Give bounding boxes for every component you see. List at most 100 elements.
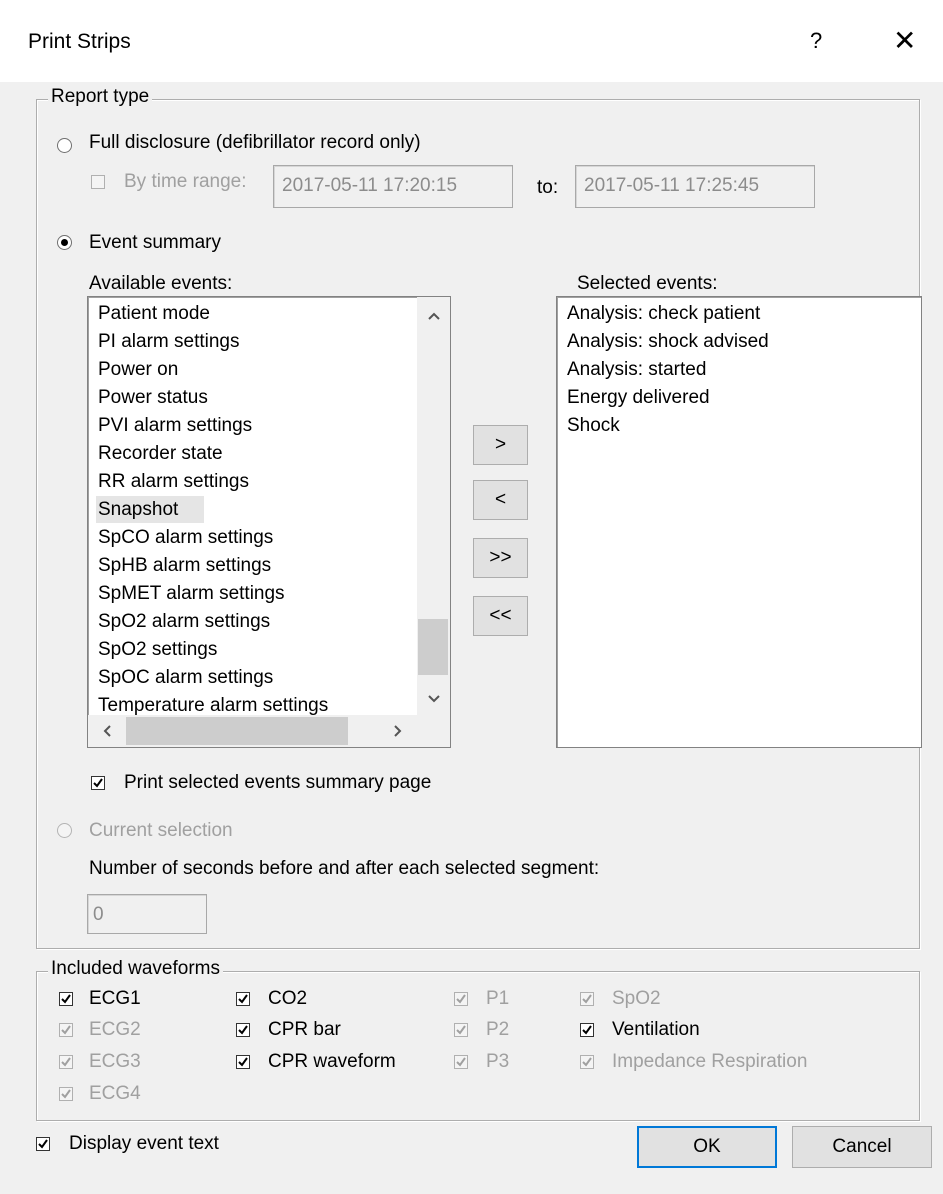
remove-all-events-button[interactable]: << xyxy=(473,596,528,636)
list-item[interactable]: Patient mode xyxy=(98,303,210,325)
vertical-scroll-thumb[interactable] xyxy=(418,619,448,675)
report-type-legend: Report type xyxy=(48,86,153,108)
list-item[interactable]: Temperature alarm settings xyxy=(98,695,328,715)
check-icon xyxy=(456,994,466,1004)
list-item[interactable]: SpHB alarm settings xyxy=(98,555,271,577)
list-item[interactable]: SpMET alarm settings xyxy=(98,583,285,605)
help-icon[interactable]: ? xyxy=(810,28,822,54)
list-item[interactable]: PVI alarm settings xyxy=(98,415,252,437)
print-summary-label[interactable]: Print selected events summary page xyxy=(124,772,431,794)
scroll-down-icon[interactable] xyxy=(427,694,441,704)
list-item[interactable]: SpCO alarm settings xyxy=(98,527,273,549)
available-events-label: Available events: xyxy=(89,273,233,294)
current-selection-radio[interactable] xyxy=(57,823,72,838)
check-icon xyxy=(38,1139,48,1149)
cancel-button[interactable]: Cancel xyxy=(792,1126,932,1168)
scrollbar-corner xyxy=(417,715,450,747)
ecg2-label[interactable]: ECG2 xyxy=(89,1019,141,1041)
p1-label[interactable]: P1 xyxy=(486,988,509,1010)
list-item[interactable]: PI alarm settings xyxy=(98,331,240,353)
add-event-button[interactable]: > xyxy=(473,425,528,465)
list-item[interactable]: Power on xyxy=(98,359,178,381)
ecg4-checkbox[interactable] xyxy=(59,1087,73,1101)
horizontal-scrollbar[interactable] xyxy=(88,715,417,747)
list-item[interactable]: Shock xyxy=(567,415,620,437)
list-item[interactable]: Analysis: shock advised xyxy=(567,331,769,353)
scroll-left-icon[interactable] xyxy=(102,724,112,738)
time-range-to-field[interactable]: 2017-05-11 17:25:45 xyxy=(575,165,815,208)
cpr-waveform-label[interactable]: CPR waveform xyxy=(268,1051,396,1073)
check-icon xyxy=(61,1089,71,1099)
check-icon xyxy=(238,994,248,1004)
dialog-title: Print Strips xyxy=(28,30,131,53)
seconds-label: Number of seconds before and after each … xyxy=(89,858,600,879)
list-item[interactable]: Analysis: started xyxy=(567,359,706,381)
available-events-list[interactable]: Patient mode PI alarm settings Power on … xyxy=(87,296,451,748)
spo2-label[interactable]: SpO2 xyxy=(612,988,661,1010)
close-icon[interactable]: ✕ xyxy=(893,24,916,57)
spo2-checkbox[interactable] xyxy=(580,992,594,1006)
list-item[interactable]: SpOC alarm settings xyxy=(98,667,273,689)
ecg3-checkbox[interactable] xyxy=(59,1055,73,1069)
co2-checkbox[interactable] xyxy=(236,992,250,1006)
time-range-to-label: to: xyxy=(537,177,559,198)
ecg1-label[interactable]: ECG1 xyxy=(89,988,141,1010)
p3-checkbox[interactable] xyxy=(454,1055,468,1069)
seconds-input[interactable]: 0 xyxy=(87,894,207,934)
list-item[interactable]: SpO2 alarm settings xyxy=(98,611,270,633)
remove-event-button[interactable]: < xyxy=(473,480,528,520)
add-all-events-button[interactable]: >> xyxy=(473,538,528,578)
print-summary-checkbox[interactable] xyxy=(91,776,105,790)
scroll-right-icon[interactable] xyxy=(393,724,403,738)
display-event-text-checkbox[interactable] xyxy=(36,1137,50,1151)
scroll-up-icon[interactable] xyxy=(427,311,441,321)
check-icon xyxy=(582,1025,592,1035)
included-waveforms-legend: Included waveforms xyxy=(48,958,223,980)
impedance-respiration-checkbox[interactable] xyxy=(580,1055,594,1069)
time-range-from-field[interactable]: 2017-05-11 17:20:15 xyxy=(273,165,513,208)
title-bar xyxy=(0,0,943,82)
list-item[interactable]: Snapshot xyxy=(98,499,178,521)
cpr-bar-label[interactable]: CPR bar xyxy=(268,1019,341,1041)
check-icon xyxy=(456,1057,466,1067)
list-item[interactable]: Energy delivered xyxy=(567,387,710,409)
cpr-bar-checkbox[interactable] xyxy=(236,1023,250,1037)
p3-label[interactable]: P3 xyxy=(486,1051,509,1073)
cpr-waveform-checkbox[interactable] xyxy=(236,1055,250,1069)
current-selection-label[interactable]: Current selection xyxy=(89,820,233,842)
check-icon xyxy=(582,994,592,1004)
by-time-range-checkbox[interactable] xyxy=(91,175,105,189)
event-summary-radio[interactable] xyxy=(57,235,72,250)
list-item[interactable]: Recorder state xyxy=(98,443,223,465)
ventilation-label[interactable]: Ventilation xyxy=(612,1019,700,1041)
full-disclosure-label[interactable]: Full disclosure (defibrillator record on… xyxy=(89,132,421,154)
check-icon xyxy=(238,1057,248,1067)
event-summary-label[interactable]: Event summary xyxy=(89,232,221,254)
full-disclosure-radio[interactable] xyxy=(57,138,72,153)
list-item[interactable]: Analysis: check patient xyxy=(567,303,760,325)
vertical-scrollbar[interactable] xyxy=(417,297,450,715)
ecg3-label[interactable]: ECG3 xyxy=(89,1051,141,1073)
ecg2-checkbox[interactable] xyxy=(59,1023,73,1037)
ecg4-label[interactable]: ECG4 xyxy=(89,1083,141,1105)
p2-checkbox[interactable] xyxy=(454,1023,468,1037)
display-event-text-label[interactable]: Display event text xyxy=(69,1133,219,1155)
selected-events-label: Selected events: xyxy=(577,273,718,294)
list-item[interactable]: SpO2 settings xyxy=(98,639,217,661)
p1-checkbox[interactable] xyxy=(454,992,468,1006)
ok-button[interactable]: OK xyxy=(637,1126,777,1168)
ecg1-checkbox[interactable] xyxy=(59,992,73,1006)
list-item[interactable]: RR alarm settings xyxy=(98,471,249,493)
check-icon xyxy=(582,1057,592,1067)
impedance-respiration-label[interactable]: Impedance Respiration xyxy=(612,1051,807,1073)
co2-label[interactable]: CO2 xyxy=(268,988,307,1010)
check-icon xyxy=(93,778,103,788)
selected-events-list[interactable]: Analysis: check patient Analysis: shock … xyxy=(556,296,922,748)
included-waveforms-group xyxy=(36,971,920,1121)
by-time-range-label[interactable]: By time range: xyxy=(124,171,247,193)
ventilation-checkbox[interactable] xyxy=(580,1023,594,1037)
p2-label[interactable]: P2 xyxy=(486,1019,509,1041)
horizontal-scroll-thumb[interactable] xyxy=(126,717,348,745)
check-icon xyxy=(61,1025,71,1035)
list-item[interactable]: Power status xyxy=(98,387,208,409)
